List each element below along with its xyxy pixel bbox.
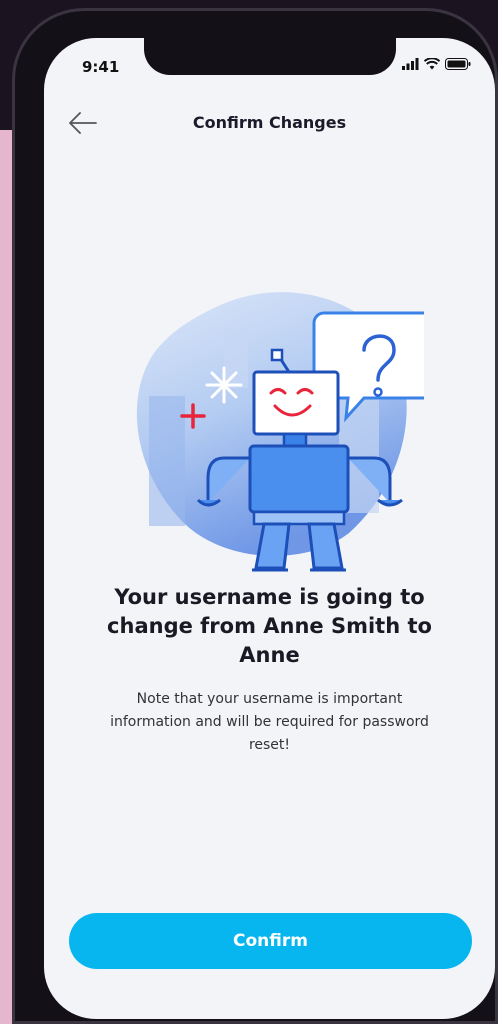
wifi-icon (424, 58, 440, 70)
confirm-button[interactable]: Confirm (69, 913, 472, 969)
note-text: Note that your username is important inf… (110, 691, 429, 753)
app-screen: 9:41 Confirm Changes Your username is go… (44, 38, 495, 1019)
status-icons (402, 58, 471, 70)
status-time: 9:41 (82, 58, 120, 76)
battery-icon (445, 58, 471, 70)
phone-frame: 9:41 Confirm Changes Your username is go… (12, 8, 498, 1024)
robot-illustration (136, 292, 424, 572)
page-title: Confirm Changes (192, 113, 347, 132)
signal-icon (402, 58, 419, 70)
notch (144, 38, 396, 75)
headline: Your username is going to change from An… (107, 585, 432, 667)
